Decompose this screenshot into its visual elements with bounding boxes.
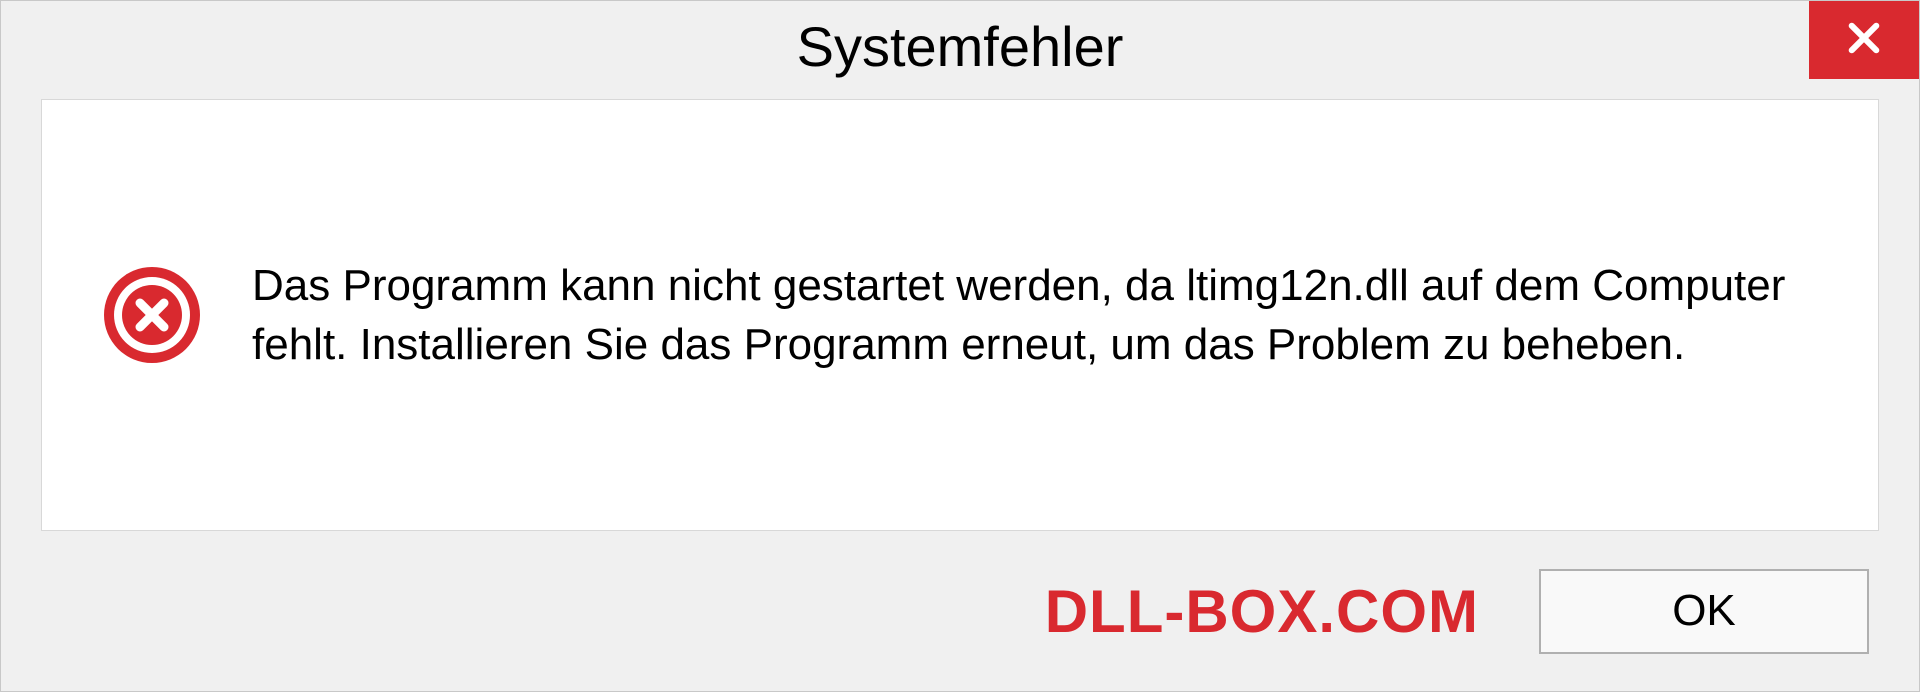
error-message: Das Programm kann nicht gestartet werden…: [252, 256, 1818, 375]
watermark-text: DLL-BOX.COM: [1045, 577, 1479, 646]
error-dialog: Systemfehler Das Programm kann nicht ges…: [0, 0, 1920, 692]
error-icon: [102, 265, 202, 365]
close-icon: [1843, 17, 1885, 64]
dialog-title: Systemfehler: [797, 14, 1124, 79]
titlebar: Systemfehler: [1, 1, 1919, 91]
message-panel: Das Programm kann nicht gestartet werden…: [41, 99, 1879, 531]
dialog-footer: DLL-BOX.COM OK: [1, 531, 1919, 691]
ok-button[interactable]: OK: [1539, 569, 1869, 654]
close-button[interactable]: [1809, 1, 1919, 79]
